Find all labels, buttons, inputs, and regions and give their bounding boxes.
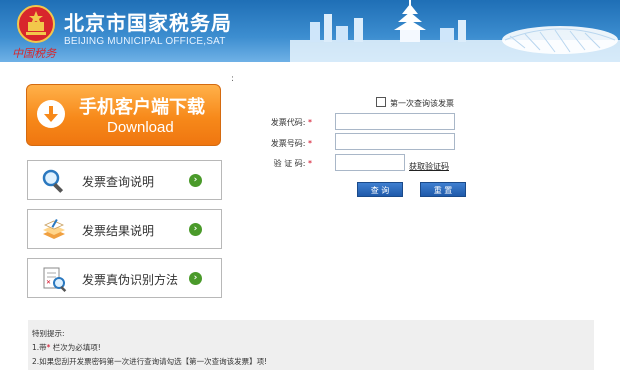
site-header: 中国税务 北京市国家税务局 BEIJING MUNICIPAL OFFICE,S…: [0, 0, 620, 62]
download-label-en: Download: [107, 119, 174, 136]
info-button-label: 发票真伪识别方法: [82, 273, 179, 287]
invoice-number-label: 发票号码: *: [270, 139, 312, 148]
first-query-checkbox[interactable]: [376, 97, 386, 107]
required-mark: *: [308, 139, 312, 148]
required-mark: *: [46, 343, 51, 352]
invoice-authenticity-method-button[interactable]: ✕ 发票真伪识别方法 ›: [27, 258, 222, 298]
national-emblem-icon: [17, 5, 55, 43]
info-button-label: 发票结果说明: [82, 224, 155, 238]
invoice-query-instructions-button[interactable]: 发票查询说明 ›: [27, 160, 222, 200]
notice-line-2: 2.如果您刮开发票密码第一次进行查询请勾选【第一次查询该发票】项!: [32, 357, 268, 366]
invoice-code-input[interactable]: [335, 113, 455, 130]
required-mark: *: [308, 118, 312, 127]
info-button-label: 发票查询说明: [82, 175, 155, 189]
chevron-right-icon: ›: [189, 272, 202, 285]
notice-line-1: 1.带* 栏次为必填项!: [32, 343, 101, 352]
notice-title: 特别提示:: [32, 329, 65, 338]
get-captcha-link[interactable]: 获取验证码: [409, 161, 449, 172]
invoice-number-input[interactable]: [335, 133, 455, 150]
download-label-cn: 手机客户端下载: [79, 97, 205, 118]
captcha-label: 验 证 码: *: [273, 159, 312, 168]
verify-document-icon: ✕: [43, 267, 67, 293]
reset-button[interactable]: 重 置: [420, 182, 466, 197]
first-query-option[interactable]: 第一次查询该发票: [376, 97, 454, 109]
chevron-right-icon: ›: [189, 174, 202, 187]
download-arrow-icon: [37, 100, 65, 128]
site-subtitle: BEIJING MUNICIPAL OFFICE,SAT: [64, 36, 226, 47]
svg-text:✕: ✕: [46, 279, 51, 286]
invoice-code-label: 发票代码: *: [270, 118, 312, 127]
stray-mark: :: [231, 74, 235, 84]
special-notice-panel: 特别提示: 1.带* 栏次为必填项! 2.如果您刮开发票密码第一次进行查询请勾选…: [28, 320, 594, 370]
tax-calligraphy-logo: 中国税务: [12, 47, 56, 60]
chevron-right-icon: ›: [189, 223, 202, 236]
beijing-skyline-illustration: [290, 0, 620, 62]
site-title: 北京市国家税务局: [64, 11, 232, 35]
document-stack-icon: [43, 219, 65, 239]
first-query-label: 第一次查询该发票: [390, 99, 454, 108]
mobile-client-download-button[interactable]: 手机客户端下载 Download: [26, 84, 221, 146]
query-button[interactable]: 查 询: [357, 182, 403, 197]
magnifier-icon: [42, 169, 64, 193]
required-mark: *: [308, 159, 312, 168]
invoice-result-instructions-button[interactable]: 发票结果说明 ›: [27, 209, 222, 249]
captcha-input[interactable]: [335, 154, 405, 171]
